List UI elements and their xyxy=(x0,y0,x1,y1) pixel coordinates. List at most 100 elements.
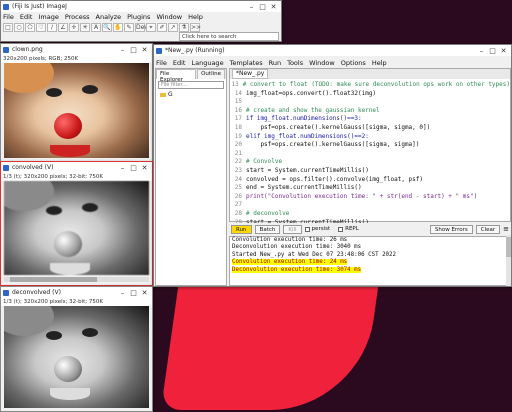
tree-root-item[interactable]: G xyxy=(156,91,226,98)
editor-menu-file[interactable]: File xyxy=(156,59,167,67)
flask-tool-icon[interactable]: ⚗ xyxy=(179,22,189,32)
code-line[interactable]: 27 xyxy=(230,201,510,210)
close-icon[interactable]: ✕ xyxy=(268,3,279,11)
menu-file[interactable]: File xyxy=(3,13,14,21)
settings-icon[interactable]: ≡ xyxy=(503,225,509,233)
minimize-icon[interactable]: – xyxy=(476,47,487,55)
menu-edit[interactable]: Edit xyxy=(20,13,33,21)
editor-menu-window[interactable]: Window xyxy=(309,59,335,67)
clown-image-canvas[interactable] xyxy=(4,63,149,158)
close-icon[interactable]: ✕ xyxy=(139,289,150,297)
code-lines[interactable]: 13 # convert to float (TODO: make sure de… xyxy=(230,81,510,226)
file-filter-input[interactable]: File filter... xyxy=(158,81,224,89)
hand-tool-icon[interactable]: ✋ xyxy=(113,22,123,32)
desktop-wallpaper-shape xyxy=(160,280,380,410)
code-line[interactable]: 23 start = System.currentTimeMillis() xyxy=(230,167,510,176)
editor-menu-run[interactable]: Run xyxy=(269,59,281,67)
time-slider-thumb[interactable] xyxy=(10,277,97,282)
polygon-tool-icon[interactable]: ⬠ xyxy=(25,22,35,32)
batch-button[interactable]: Batch xyxy=(254,224,281,234)
editor-menu-templates[interactable]: Templates xyxy=(230,59,263,67)
freehand-tool-icon[interactable]: ♡ xyxy=(36,22,46,32)
maximize-icon[interactable]: □ xyxy=(487,47,498,55)
code-line[interactable]: 18 psf=ops.create().kernelGauss([sigma, … xyxy=(230,124,510,133)
image-window-icon xyxy=(3,164,9,171)
code-editor[interactable]: *New_.py 13 # convert to float (TODO: mak… xyxy=(229,68,511,226)
menu-window[interactable]: Window xyxy=(156,13,182,21)
minimize-icon[interactable]: – xyxy=(246,3,257,11)
code-text: psf=ops.create().kernelGauss([sigma, sig… xyxy=(246,141,420,149)
editor-menu-edit[interactable]: Edit xyxy=(173,59,186,67)
close-icon[interactable]: ✕ xyxy=(139,164,150,172)
persist-checkbox[interactable] xyxy=(304,226,310,232)
code-line[interactable]: 26 print("Convolution execution time: " +… xyxy=(230,193,510,202)
minimize-icon[interactable]: – xyxy=(117,289,128,297)
maximize-icon[interactable]: □ xyxy=(257,3,268,11)
code-line[interactable]: 15 xyxy=(230,98,510,107)
close-icon[interactable]: ✕ xyxy=(139,46,150,54)
minimize-icon[interactable]: – xyxy=(117,164,128,172)
tab-new-py[interactable]: *New_.py xyxy=(232,69,269,79)
menu-analyze[interactable]: Analyze xyxy=(96,13,122,21)
kill-button[interactable]: Kill xyxy=(283,224,302,234)
tab-file-explorer[interactable]: File Explorer xyxy=(156,69,197,83)
angle-tool-icon[interactable]: ∠ xyxy=(58,22,68,32)
editor-menu-tools[interactable]: Tools xyxy=(287,59,303,67)
menu-plugins[interactable]: Plugins xyxy=(127,13,150,21)
deconvolved-image-canvas[interactable] xyxy=(4,306,149,408)
code-line[interactable]: 24 convolved = ops.filter().convolve(img_… xyxy=(230,176,510,185)
editor-menu-help[interactable]: Help xyxy=(372,59,387,67)
code-text: end = System.currentTimeMillis() xyxy=(246,184,362,192)
console-scrollbar[interactable] xyxy=(506,235,511,286)
show-errors-button[interactable]: Show Errors xyxy=(429,224,473,234)
code-line[interactable]: 28 # deconvolve xyxy=(230,210,510,219)
code-line[interactable]: 21 xyxy=(230,150,510,159)
code-line[interactable]: 13 # convert to float (TODO: make sure de… xyxy=(230,81,510,90)
convolved-image-canvas[interactable] xyxy=(4,181,149,275)
minimize-icon[interactable]: – xyxy=(117,46,128,54)
maximize-icon[interactable]: □ xyxy=(128,289,139,297)
crosshair-tool-icon[interactable]: ⌖ xyxy=(146,22,156,32)
pencil-tool-icon[interactable]: ✐ xyxy=(157,22,167,32)
magnifier-tool-icon[interactable]: 🔍 xyxy=(102,22,112,32)
tree-root-label: G xyxy=(168,91,173,98)
console-output[interactable]: Convolution execution time: 26 ms Deconvo… xyxy=(229,236,511,286)
code-line[interactable]: 17 if img_float.numDimensions()==3: xyxy=(230,115,510,124)
maximize-icon[interactable]: □ xyxy=(128,46,139,54)
color-picker-tool-icon[interactable]: ✎ xyxy=(124,22,134,32)
code-line[interactable]: 16 # create and show the gaussian kernel xyxy=(230,107,510,116)
code-line[interactable]: 20 psf=ops.create().kernelGauss([sigma, … xyxy=(230,141,510,150)
editor-menu-options[interactable]: Options xyxy=(341,59,366,67)
console-scrollbar-thumb[interactable] xyxy=(506,237,511,257)
editor-menu-language[interactable]: Language xyxy=(191,59,223,67)
code-line[interactable]: 14 img_float=ops.convert().float32(img) xyxy=(230,90,510,99)
tab-outline[interactable]: Outline xyxy=(197,69,225,79)
wand-tool-icon[interactable]: ✳ xyxy=(80,22,90,32)
convolved-titlebar[interactable]: convolved (V) – □ ✕ xyxy=(1,162,152,173)
line-tool-icon[interactable]: ∕ xyxy=(47,22,57,32)
rectangle-tool-icon[interactable]: □ xyxy=(3,22,13,32)
text-tool-icon[interactable]: A xyxy=(91,22,101,32)
editor-titlebar[interactable]: *New_.py (Running) – □ ✕ xyxy=(154,45,511,56)
time-slider[interactable] xyxy=(4,277,149,282)
dev-tool-icon[interactable]: Dev xyxy=(135,22,148,32)
menu-process[interactable]: Process xyxy=(65,13,90,21)
close-icon[interactable]: ✕ xyxy=(498,47,509,55)
fiji-titlebar[interactable]: (Fiji Is Just) ImageJ – □ ✕ xyxy=(1,1,281,12)
deconvolved-titlebar[interactable]: deconvolved (V) – □ ✕ xyxy=(1,287,152,298)
repl-checkbox[interactable] xyxy=(338,226,344,232)
menu-image[interactable]: Image xyxy=(38,13,58,21)
code-line[interactable]: 19 elif img_float.numDimensions()==2: xyxy=(230,133,510,142)
clear-button[interactable]: Clear xyxy=(475,224,501,234)
point-tool-icon[interactable]: ✛ xyxy=(69,22,79,32)
more-tools-icon[interactable]: >> xyxy=(190,22,201,32)
maximize-icon[interactable]: □ xyxy=(128,164,139,172)
clown-titlebar[interactable]: clown.png – □ ✕ xyxy=(1,44,152,55)
code-line[interactable]: 25 end = System.currentTimeMillis() xyxy=(230,184,510,193)
arrow-tool-icon[interactable]: ↗ xyxy=(168,22,178,32)
run-button[interactable]: Run xyxy=(231,224,252,234)
menu-help[interactable]: Help xyxy=(188,13,203,21)
code-line[interactable]: 22 # Convolve xyxy=(230,158,510,167)
oval-tool-icon[interactable]: ○ xyxy=(14,22,24,32)
fiji-search-bar[interactable]: Click here to search xyxy=(179,32,279,41)
